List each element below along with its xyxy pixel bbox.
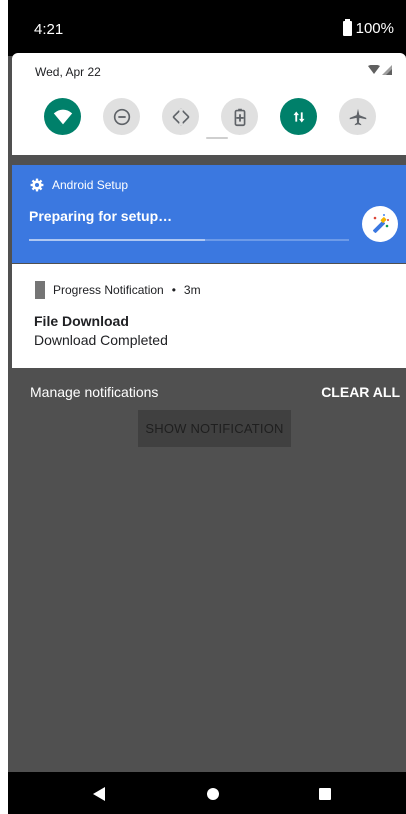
cell-signal-icon (382, 65, 392, 75)
qs-date: Wed, Apr 22 (35, 65, 101, 79)
setup-app-name: Android Setup (52, 178, 129, 192)
battery-icon (342, 19, 352, 36)
wifi-signal-icon (368, 65, 380, 74)
recents-icon[interactable] (319, 788, 331, 800)
airplane-mode-icon (349, 108, 366, 125)
wifi-tile[interactable] (44, 98, 81, 135)
status-right: 100% (342, 19, 394, 37)
status-bar: 4:21 100% (8, 0, 406, 56)
setup-wand-icon (362, 206, 398, 242)
do-not-disturb-tile[interactable] (103, 98, 140, 135)
qs-status-icons (368, 65, 392, 75)
mobile-data-tile[interactable] (280, 98, 317, 135)
progress-time: 3m (183, 283, 201, 297)
auto-rotate-icon (172, 108, 189, 125)
app-icon (35, 281, 45, 299)
navigation-bar (8, 772, 406, 814)
show-notification-button[interactable]: SHOW NOTIFICATION (138, 410, 291, 447)
setup-progress-fill (29, 239, 205, 241)
wifi-icon (53, 109, 72, 124)
gear-icon (30, 178, 44, 192)
progress-text: Download Completed (34, 332, 168, 348)
status-time: 4:21 (34, 21, 64, 38)
back-icon[interactable] (93, 787, 105, 801)
airplane-mode-tile[interactable] (339, 98, 376, 135)
auto-rotate-tile[interactable] (162, 98, 199, 135)
progress-notification-header: Progress Notification • 3m (35, 281, 201, 299)
phone-screen: 4:21 100% Wed, Apr 22 Android Setup Prep… (8, 0, 406, 814)
setup-title: Preparing for setup… (29, 208, 173, 224)
android-setup-notification[interactable]: Android Setup Preparing for setup… (12, 165, 406, 263)
battery-saver-tile[interactable] (221, 98, 258, 135)
shade-footer: Manage notifications CLEAR ALL (8, 384, 406, 404)
manage-notifications-link[interactable]: Manage notifications (30, 384, 158, 400)
qs-drag-handle[interactable] (206, 137, 228, 139)
progress-app-name: Progress Notification (53, 283, 164, 297)
do-not-disturb-icon (113, 108, 130, 125)
battery-saver-icon (234, 108, 245, 126)
clear-all-button[interactable]: CLEAR ALL (321, 384, 400, 400)
quick-settings-panel: Wed, Apr 22 (12, 53, 406, 155)
header-separator: • (171, 283, 176, 297)
qs-tiles (44, 98, 376, 135)
setup-progress-bar (29, 239, 349, 241)
home-icon[interactable] (207, 788, 219, 800)
mobile-data-icon (293, 111, 304, 122)
setup-header: Android Setup (30, 178, 128, 192)
battery-percent: 100% (355, 20, 394, 37)
progress-notification[interactable]: Progress Notification • 3m File Download… (12, 264, 406, 368)
progress-title: File Download (34, 313, 129, 329)
